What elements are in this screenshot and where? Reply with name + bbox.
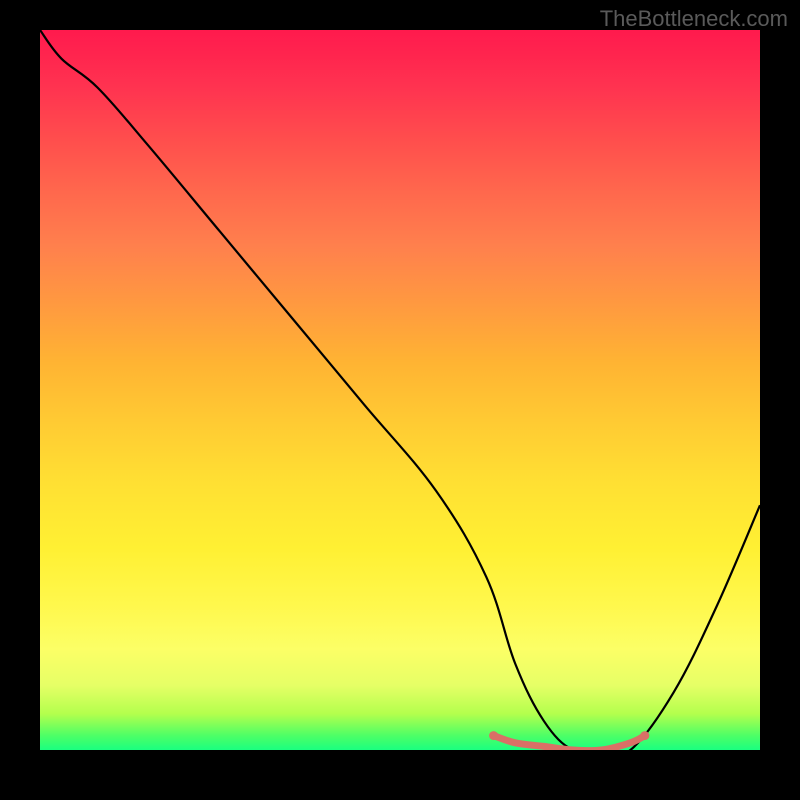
- watermark-text: TheBottleneck.com: [600, 6, 788, 32]
- bottleneck-curve-line: [40, 30, 760, 750]
- chart-plot-area: [40, 30, 760, 750]
- optimal-zone-endpoint-left: [489, 731, 498, 740]
- optimal-zone-endpoint-right: [640, 731, 649, 740]
- optimal-zone-line: [494, 736, 645, 750]
- chart-svg: [40, 30, 760, 750]
